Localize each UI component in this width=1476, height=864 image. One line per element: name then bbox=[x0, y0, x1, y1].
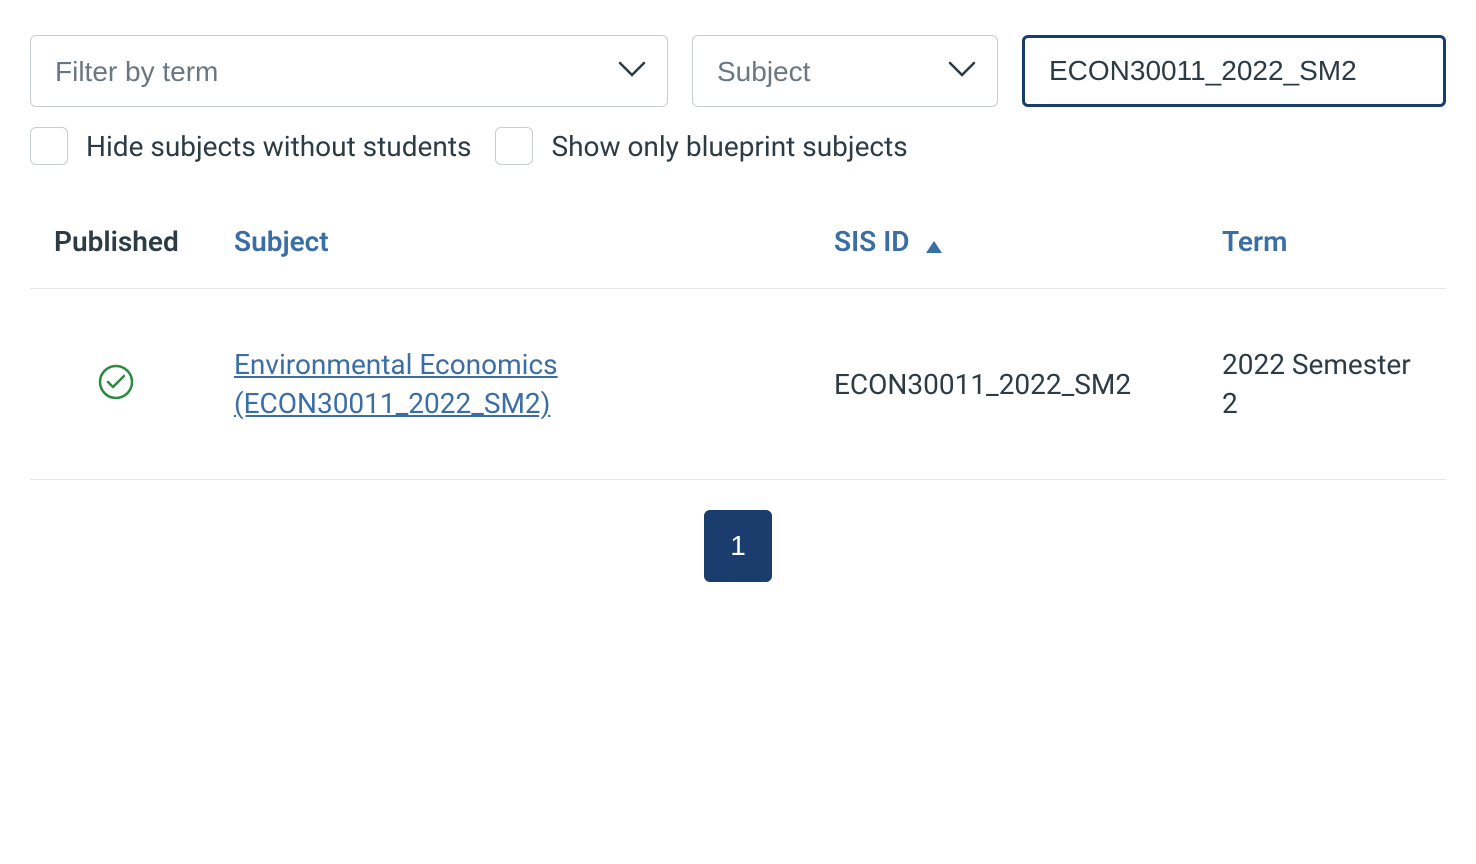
pagination: 1 bbox=[30, 510, 1446, 582]
sort-ascending-icon bbox=[926, 227, 942, 260]
page-1-button[interactable]: 1 bbox=[704, 510, 772, 582]
subject-link[interactable]: Environmental Economics (ECON30011_2022_… bbox=[234, 348, 558, 420]
header-sis-id[interactable]: SIS ID bbox=[834, 225, 942, 258]
show-blueprint-checkbox[interactable] bbox=[495, 127, 533, 165]
published-check-icon bbox=[98, 385, 134, 404]
header-subject[interactable]: Subject bbox=[234, 225, 329, 258]
hide-without-students-label[interactable]: Hide subjects without students bbox=[86, 130, 471, 163]
header-published: Published bbox=[54, 225, 179, 258]
term-value: 2022 Semester 2 bbox=[1222, 348, 1411, 420]
sis-id-value: ECON30011_2022_SM2 bbox=[834, 368, 1131, 401]
show-blueprint-label[interactable]: Show only blueprint subjects bbox=[551, 130, 907, 163]
subjects-table: Published Subject SIS ID Term bbox=[30, 225, 1446, 480]
filter-subject-select[interactable]: Subject bbox=[692, 35, 998, 107]
filter-by-term-select[interactable]: Filter by term bbox=[30, 35, 668, 107]
table-row: Environmental Economics (ECON30011_2022_… bbox=[30, 289, 1446, 480]
hide-without-students-checkbox[interactable] bbox=[30, 127, 68, 165]
header-term[interactable]: Term bbox=[1222, 225, 1287, 258]
search-input[interactable] bbox=[1022, 35, 1446, 107]
